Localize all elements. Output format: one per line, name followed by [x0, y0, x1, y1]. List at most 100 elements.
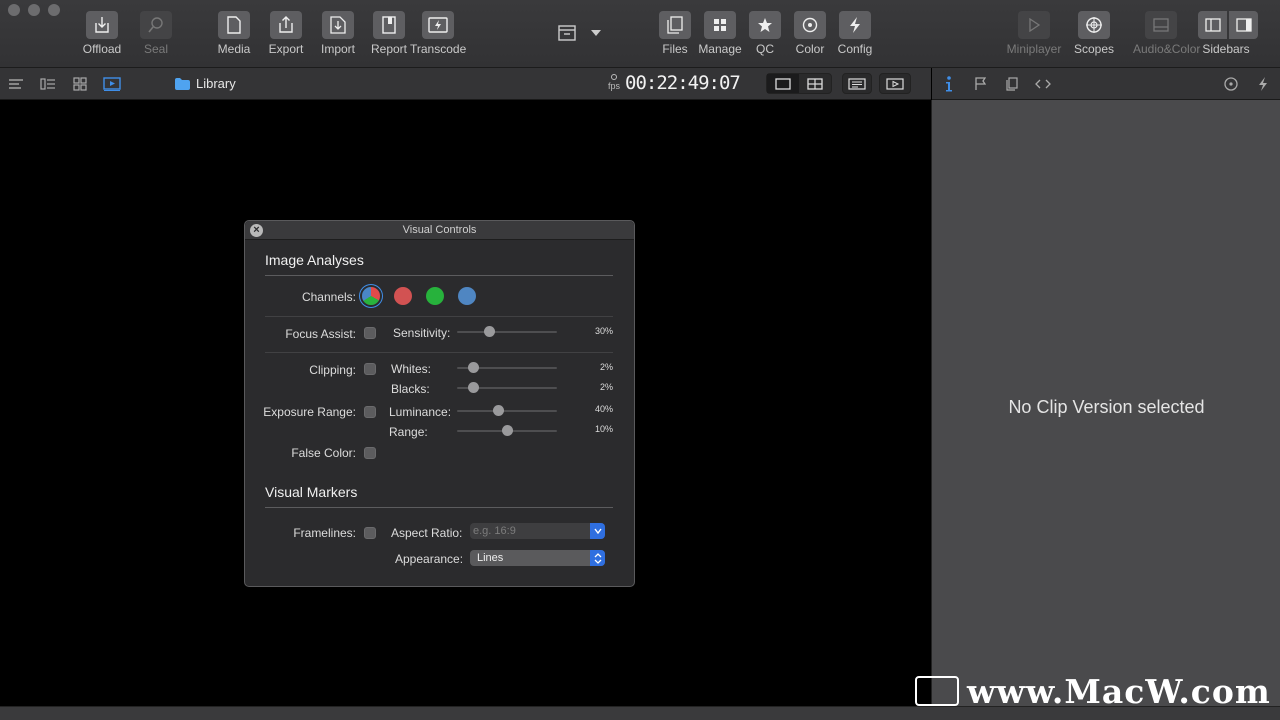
import-button[interactable]: Import — [310, 11, 366, 56]
timecode-display: 00:22:49:07 — [625, 72, 741, 94]
aspect-ratio-placeholder: e.g. 16:9 — [473, 525, 516, 537]
channels-divider — [265, 316, 613, 317]
overlay-icon — [848, 77, 866, 90]
appearance-select[interactable]: Lines — [470, 550, 605, 566]
flag-icon[interactable] — [971, 76, 989, 92]
export-icon — [270, 11, 302, 39]
sensitivity-label: Sensitivity: — [393, 326, 451, 340]
range-value: 10% — [594, 424, 613, 434]
sidebars-button[interactable]: Sidebars — [1198, 11, 1258, 56]
transcode-button[interactable]: Transcode — [410, 11, 466, 56]
chevron-down-icon — [591, 30, 601, 36]
watermark-text: www.MacW.com — [967, 672, 1271, 711]
appearance-value: Lines — [477, 552, 504, 564]
color-icon — [794, 11, 826, 39]
channel-blue-button[interactable] — [458, 287, 476, 305]
sensitivity-value: 30% — [594, 326, 613, 336]
files-icon — [659, 11, 691, 39]
sensitivity-slider-handle[interactable] — [484, 326, 495, 337]
focus-assist-label: Focus Assist: — [285, 327, 356, 341]
folder-icon — [175, 77, 190, 90]
grid-view-icon[interactable] — [71, 76, 89, 92]
appearance-label: Appearance: — [395, 552, 464, 566]
visual-markers-heading: Visual Markers — [265, 484, 358, 500]
range-slider-handle[interactable] — [502, 425, 513, 436]
report-button[interactable]: Report — [361, 11, 417, 56]
window-close-button[interactable] — [8, 4, 20, 16]
single-view-button[interactable] — [767, 74, 799, 93]
window-zoom-button[interactable] — [48, 4, 60, 16]
miniplayer-button[interactable]: Miniplayer — [1006, 11, 1062, 56]
audio-color-icon — [1145, 11, 1177, 39]
clip-icon[interactable] — [1003, 76, 1021, 92]
false-color-label: False Color: — [291, 446, 356, 460]
luminance-value: 40% — [594, 404, 613, 414]
exposure-range-label: Exposure Range: — [263, 405, 356, 419]
exposure-range-checkbox[interactable] — [364, 406, 376, 418]
export-button[interactable]: Export — [258, 11, 314, 56]
blacks-value: 2% — [599, 382, 613, 392]
channel-green-button[interactable] — [426, 287, 444, 305]
code-icon[interactable] — [1034, 76, 1052, 92]
offload-icon — [86, 11, 118, 39]
player-view-icon[interactable] — [103, 76, 121, 92]
luminance-slider-handle[interactable] — [493, 405, 504, 416]
section-divider — [265, 275, 613, 276]
audio-color-button[interactable]: Audio&Color — [1133, 11, 1200, 56]
whites-slider-handle[interactable] — [468, 362, 479, 373]
library-breadcrumb[interactable]: Library — [175, 76, 236, 91]
bolt-tab-icon[interactable] — [1254, 76, 1272, 92]
scopes-button[interactable]: Scopes — [1066, 11, 1122, 56]
framelines-checkbox[interactable] — [364, 527, 376, 539]
focus-assist-checkbox[interactable] — [364, 327, 376, 339]
metadata-overlay-button[interactable] — [842, 73, 872, 94]
blacks-slider-handle[interactable] — [468, 382, 479, 393]
fps-indicator: fps — [608, 74, 620, 91]
sensitivity-slider-track[interactable] — [457, 331, 557, 333]
aspect-ratio-label: Aspect Ratio: — [391, 526, 463, 540]
channels-label: Channels: — [301, 290, 356, 304]
offload-button[interactable]: Offload — [74, 11, 130, 56]
sidebars-icon — [1198, 11, 1258, 39]
channel-rgb-button[interactable] — [362, 287, 380, 305]
config-button[interactable]: Config — [827, 11, 883, 56]
player-toggle-button[interactable] — [879, 73, 911, 94]
clipping-label: Clipping: — [309, 363, 356, 377]
report-icon — [373, 11, 405, 39]
whites-value: 2% — [599, 362, 613, 372]
aspect-ratio-combobox[interactable]: e.g. 16:9 — [470, 523, 605, 539]
quad-view-button[interactable] — [799, 74, 831, 93]
import-icon — [322, 11, 354, 39]
panel-title-bar: × Visual Controls — [245, 221, 634, 240]
false-color-checkbox[interactable] — [364, 447, 376, 459]
focus-divider — [265, 352, 613, 353]
layout-selector[interactable] — [558, 24, 602, 42]
markers-divider — [265, 507, 613, 508]
play-icon — [1018, 11, 1050, 39]
main-toolbar: Offload Seal Media Export Import Report — [0, 0, 1280, 68]
range-label: Range: — [389, 425, 428, 439]
seal-button[interactable]: Seal — [128, 11, 184, 56]
media-icon — [218, 11, 250, 39]
watermark-logo-icon — [915, 676, 959, 706]
detail-view-icon[interactable] — [39, 76, 57, 92]
up-down-chevron-icon — [590, 550, 605, 566]
luminance-slider-track[interactable] — [457, 410, 557, 412]
seal-icon — [140, 11, 172, 39]
color-tab-icon[interactable] — [1222, 76, 1240, 92]
framelines-label: Framelines: — [293, 526, 356, 540]
star-icon — [749, 11, 781, 39]
play-frame-icon — [886, 77, 904, 90]
list-view-icon[interactable] — [7, 76, 25, 92]
channel-red-button[interactable] — [394, 287, 412, 305]
close-icon[interactable]: × — [250, 224, 263, 237]
window-minimize-button[interactable] — [28, 4, 40, 16]
luminance-label: Luminance: — [389, 405, 452, 419]
bolt-icon — [839, 11, 871, 39]
info-icon[interactable] — [940, 76, 958, 92]
clipping-checkbox[interactable] — [364, 363, 376, 375]
media-button[interactable]: Media — [206, 11, 262, 56]
image-analyses-heading: Image Analyses — [265, 252, 364, 268]
empty-state-message: No Clip Version selected — [1008, 397, 1205, 417]
inspector-tabs — [932, 68, 1280, 100]
